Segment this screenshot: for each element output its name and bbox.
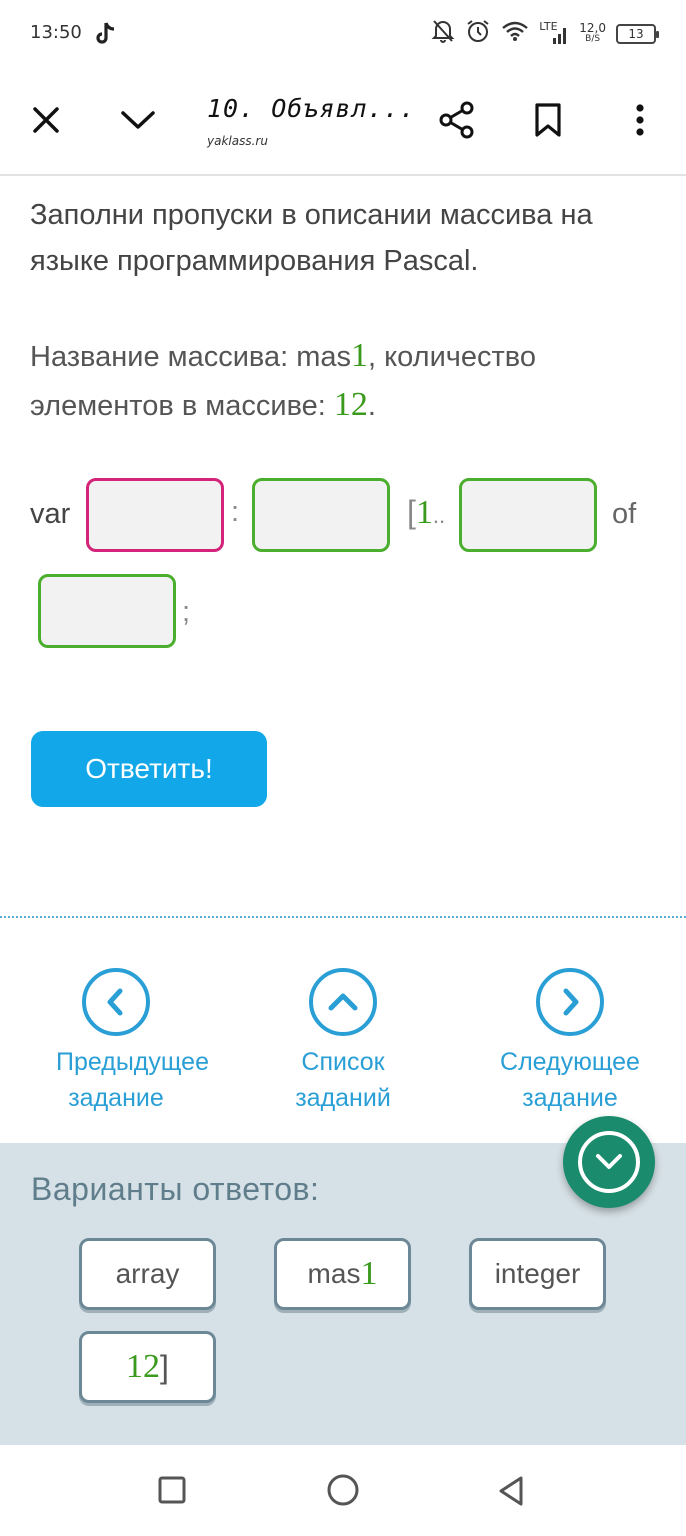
keyword-var: var: [30, 498, 71, 530]
back-triangle-icon[interactable]: [496, 1475, 526, 1512]
chevron-up-icon: [309, 968, 377, 1036]
option-array[interactable]: array: [79, 1238, 216, 1310]
option-mas1[interactable]: mas 1: [274, 1238, 411, 1310]
semicolon-sign: ;: [182, 596, 191, 628]
section-divider: [0, 916, 686, 918]
wifi-icon: [501, 20, 529, 47]
code-line-1: var : [1.. of: [30, 478, 670, 552]
keyword-of: of: [612, 498, 637, 530]
close-icon[interactable]: [26, 100, 66, 140]
chevron-down-circle-icon: [578, 1131, 640, 1193]
chevron-left-icon: [82, 968, 150, 1036]
next-task-label: Следующее задание: [500, 1048, 640, 1112]
share-icon[interactable]: [437, 100, 477, 140]
net-speed: 12,0 B/S: [579, 20, 606, 44]
home-circle-icon[interactable]: [326, 1473, 360, 1512]
chevron-right-icon: [536, 968, 604, 1036]
option-integer[interactable]: integer: [469, 1238, 606, 1310]
task-list-link[interactable]: Список заданий: [233, 968, 453, 1116]
page-title: 10. Объявл...: [207, 94, 416, 123]
task-instruction: Заполни пропуски в описании массива на я…: [30, 199, 593, 277]
signal-icon: LTE: [539, 20, 569, 46]
answer-options-title: Варианты ответов:: [31, 1171, 320, 1207]
alarm-icon: [465, 18, 491, 49]
blank-range-end[interactable]: [459, 478, 597, 552]
blank-element-type[interactable]: [38, 574, 176, 648]
status-time: 13:50: [30, 22, 82, 43]
blank-array-keyword[interactable]: [252, 478, 390, 552]
prev-task-label: Предыдущее задание: [56, 1048, 209, 1112]
app-toolbar: 10. Объявл... yaklass.ru: [0, 70, 686, 176]
chevron-down-icon[interactable]: [118, 100, 158, 140]
next-task-link[interactable]: Следующее задание: [460, 968, 680, 1116]
range-start: [1..: [407, 494, 446, 531]
answer-button[interactable]: Ответить!: [31, 731, 267, 807]
more-vert-icon[interactable]: [620, 100, 660, 140]
tiktok-icon: [92, 20, 118, 53]
recents-square-icon[interactable]: [157, 1475, 187, 1510]
bookmark-icon[interactable]: [528, 100, 568, 140]
battery-icon: 13: [616, 23, 659, 44]
colon-sign: :: [231, 496, 240, 528]
bell-muted-icon: [431, 18, 455, 49]
task-list-label: Список заданий: [295, 1048, 391, 1112]
code-line-2: ;: [30, 574, 670, 648]
status-bar: 13:50 LTE 12,0 B/S 13: [0, 0, 686, 70]
prev-task-link[interactable]: Предыдущее задание: [6, 968, 226, 1116]
system-nav-bar: [0, 1445, 686, 1536]
option-12[interactable]: 12]: [79, 1331, 216, 1403]
scroll-down-button[interactable]: [563, 1116, 655, 1208]
blank-array-name[interactable]: [86, 478, 224, 552]
page-domain: yaklass.ru: [207, 134, 268, 148]
task-description: Название массива: mas1, количество элеме…: [30, 337, 536, 423]
